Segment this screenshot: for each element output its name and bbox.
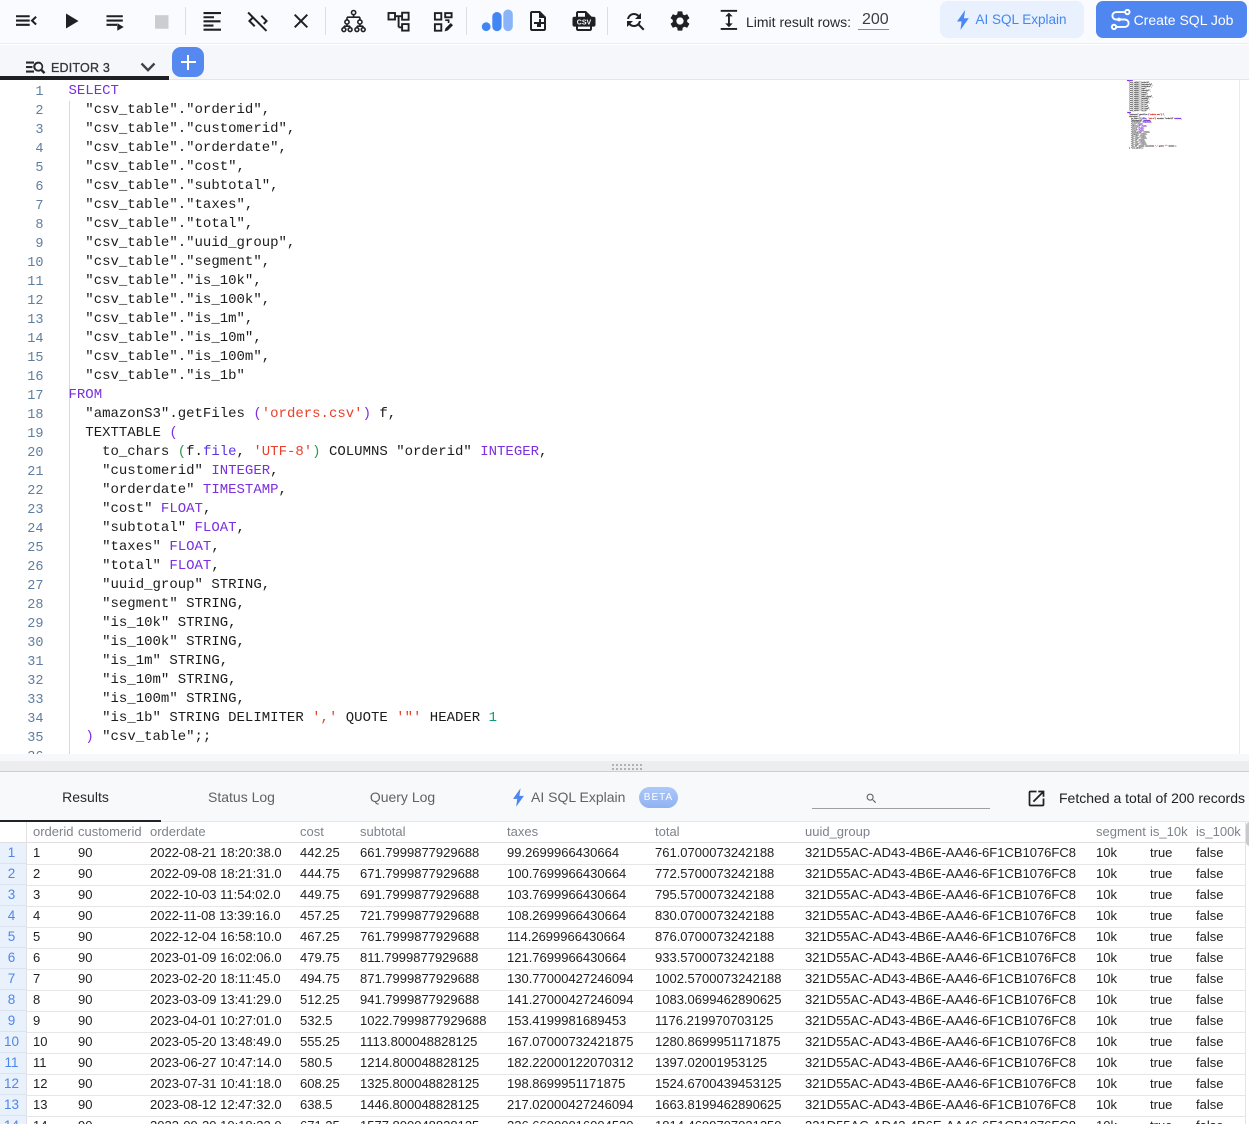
svg-text:CSV: CSV bbox=[577, 20, 592, 27]
